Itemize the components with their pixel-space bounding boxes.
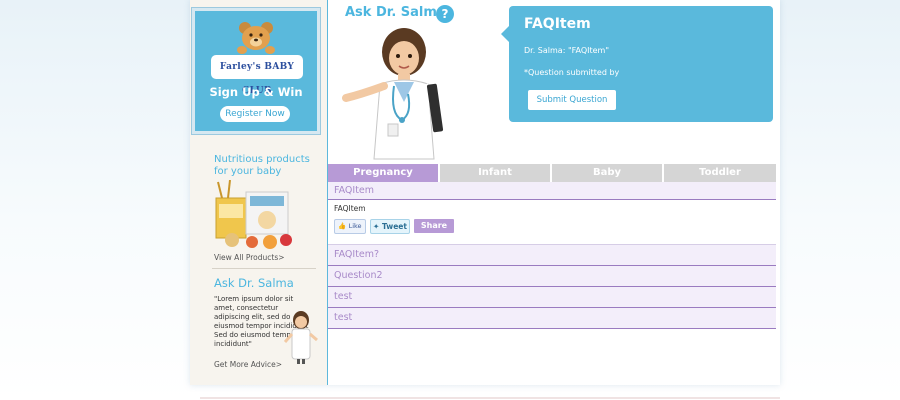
tab-pregnancy[interactable]: Pregnancy: [328, 164, 438, 182]
sidebar: Farley's BABY CLUB Sign Up & Win Registe…: [190, 0, 328, 385]
faq-item[interactable]: FAQItem?: [328, 245, 776, 266]
tab-baby[interactable]: Baby: [552, 164, 662, 182]
faq-item[interactable]: test: [328, 308, 776, 329]
view-all-products-link[interactable]: View All Products>: [214, 253, 285, 262]
tab-infant[interactable]: Infant: [440, 164, 550, 182]
cereal-products-image[interactable]: [212, 180, 302, 250]
bubble-answer-text: Dr. Salma: "FAQItem": [524, 46, 610, 55]
tweet-label: Tweet: [381, 222, 407, 231]
footer-divider: [200, 397, 780, 399]
register-now-button[interactable]: Register Now: [220, 106, 290, 122]
age-tabs: Pregnancy Infant Baby Toddler: [328, 164, 776, 182]
twitter-bird-icon: ✦: [373, 222, 380, 231]
share-button[interactable]: Share: [414, 219, 454, 233]
bubble-submitted-by: *Question submitted by: [524, 68, 620, 77]
share-row: 👍 Like ✦ Tweet Share: [334, 219, 454, 234]
get-more-advice-link[interactable]: Get More Advice>: [214, 360, 282, 369]
question-bubble: FAQItem Dr. Salma: "FAQItem" *Question s…: [501, 6, 773, 122]
sidebar-divider: [212, 268, 316, 269]
faq-expanded-body: FAQItem 👍 Like ✦ Tweet Share: [328, 200, 776, 245]
main-content: Ask Dr. Salma ? FAQItem Dr. Salma: "FAQI…: [328, 0, 777, 385]
teddy-bear-logo-icon: [237, 22, 275, 54]
doctor-salma-illustration-icon: [342, 28, 444, 160]
faq-item[interactable]: test: [328, 287, 776, 308]
nutrition-title: Nutritious products for your baby: [214, 154, 310, 177]
like-label: Like: [348, 222, 362, 230]
faq-expanded-question[interactable]: FAQItem: [328, 182, 776, 200]
brand-logo: Farley's BABY CLUB: [211, 55, 303, 96]
faq-list: FAQItem FAQItem 👍 Like ✦ Tweet Share FAQ…: [328, 182, 776, 329]
baby-club-promo[interactable]: Farley's BABY CLUB Sign Up & Win Registe…: [192, 8, 320, 134]
submit-question-button[interactable]: Submit Question: [528, 90, 616, 110]
faq-answer-text: FAQItem: [334, 204, 366, 213]
facebook-like-button[interactable]: 👍 Like: [334, 219, 366, 234]
help-icon[interactable]: ?: [436, 5, 454, 23]
bubble-pointer: [501, 26, 509, 42]
page-container: Farley's BABY CLUB Sign Up & Win Registe…: [190, 0, 780, 385]
page-title: Ask Dr. Salma: [345, 5, 446, 20]
tweet-button[interactable]: ✦ Tweet: [370, 219, 410, 234]
bubble-title: FAQItem: [524, 16, 591, 32]
promo-title: Sign Up & Win: [209, 85, 303, 99]
faq-item[interactable]: Question2: [328, 266, 776, 287]
thumbs-up-icon: 👍: [338, 222, 347, 230]
tab-toddler[interactable]: Toddler: [664, 164, 776, 182]
sidebar-ask-title: Ask Dr. Salma: [214, 276, 294, 290]
doctor-thumbnail-icon: [283, 311, 318, 364]
